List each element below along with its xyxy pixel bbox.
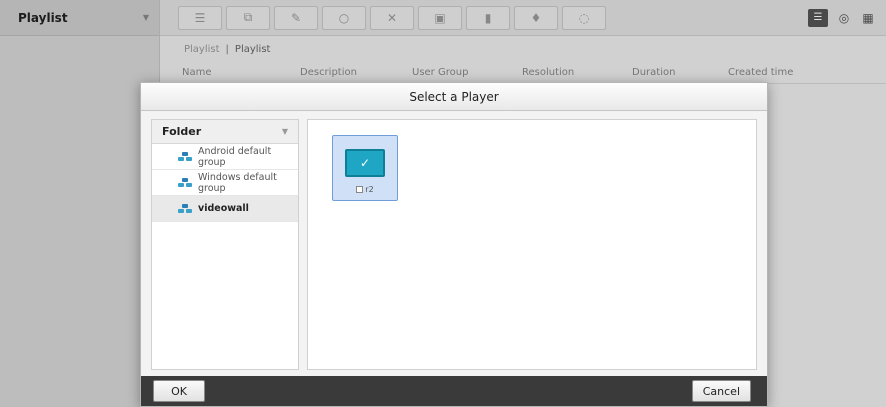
folder-item-label: videowall (198, 203, 249, 214)
dialog-title: Select a Player (141, 83, 767, 111)
folder-item-label: Android default group (198, 145, 272, 168)
player-panel: ✓ r2 (307, 119, 757, 370)
folder-panel: Folder ▼ Android default group Windows d… (151, 119, 299, 370)
group-icon (178, 203, 192, 214)
folder-title: Folder (162, 125, 202, 138)
folder-item-videowall[interactable]: videowall (152, 196, 298, 222)
monitor-check-icon: ✓ (345, 149, 385, 177)
folder-item-android-default-group[interactable]: Android default group (152, 144, 298, 170)
player-card[interactable]: ✓ r2 (332, 135, 398, 201)
group-icon (178, 177, 192, 188)
select-player-dialog: Select a Player Folder ▼ Android default… (140, 82, 768, 407)
folder-header[interactable]: Folder ▼ (152, 120, 298, 144)
chevron-down-icon[interactable]: ▼ (282, 127, 288, 136)
folder-item-windows-default-group[interactable]: Windows default group (152, 170, 298, 196)
player-label-row: r2 (356, 185, 374, 194)
dialog-body: Folder ▼ Android default group Windows d… (151, 119, 757, 370)
group-icon (178, 151, 192, 162)
player-checkbox[interactable] (356, 186, 364, 193)
folder-item-label: Windows default group (198, 171, 277, 194)
cancel-button[interactable]: Cancel (691, 380, 751, 402)
ok-button[interactable]: OK (153, 380, 205, 402)
dialog-footer: OK Cancel (141, 376, 767, 406)
player-label: r2 (365, 185, 374, 194)
